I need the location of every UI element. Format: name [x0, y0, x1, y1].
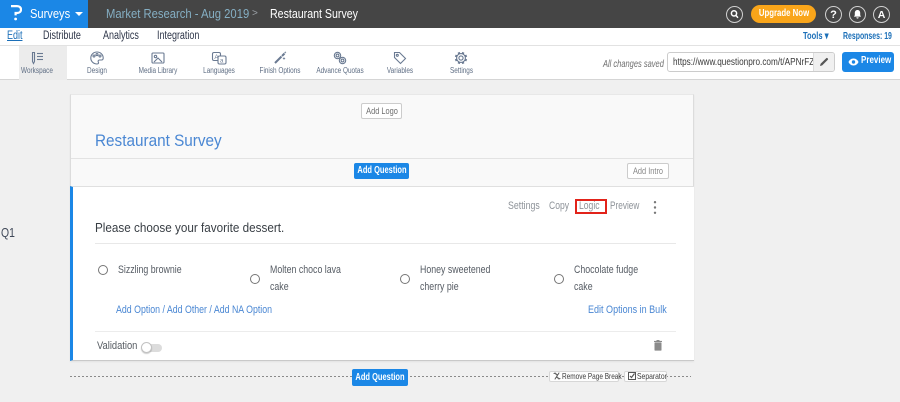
svg-text:A: A: [214, 54, 219, 61]
